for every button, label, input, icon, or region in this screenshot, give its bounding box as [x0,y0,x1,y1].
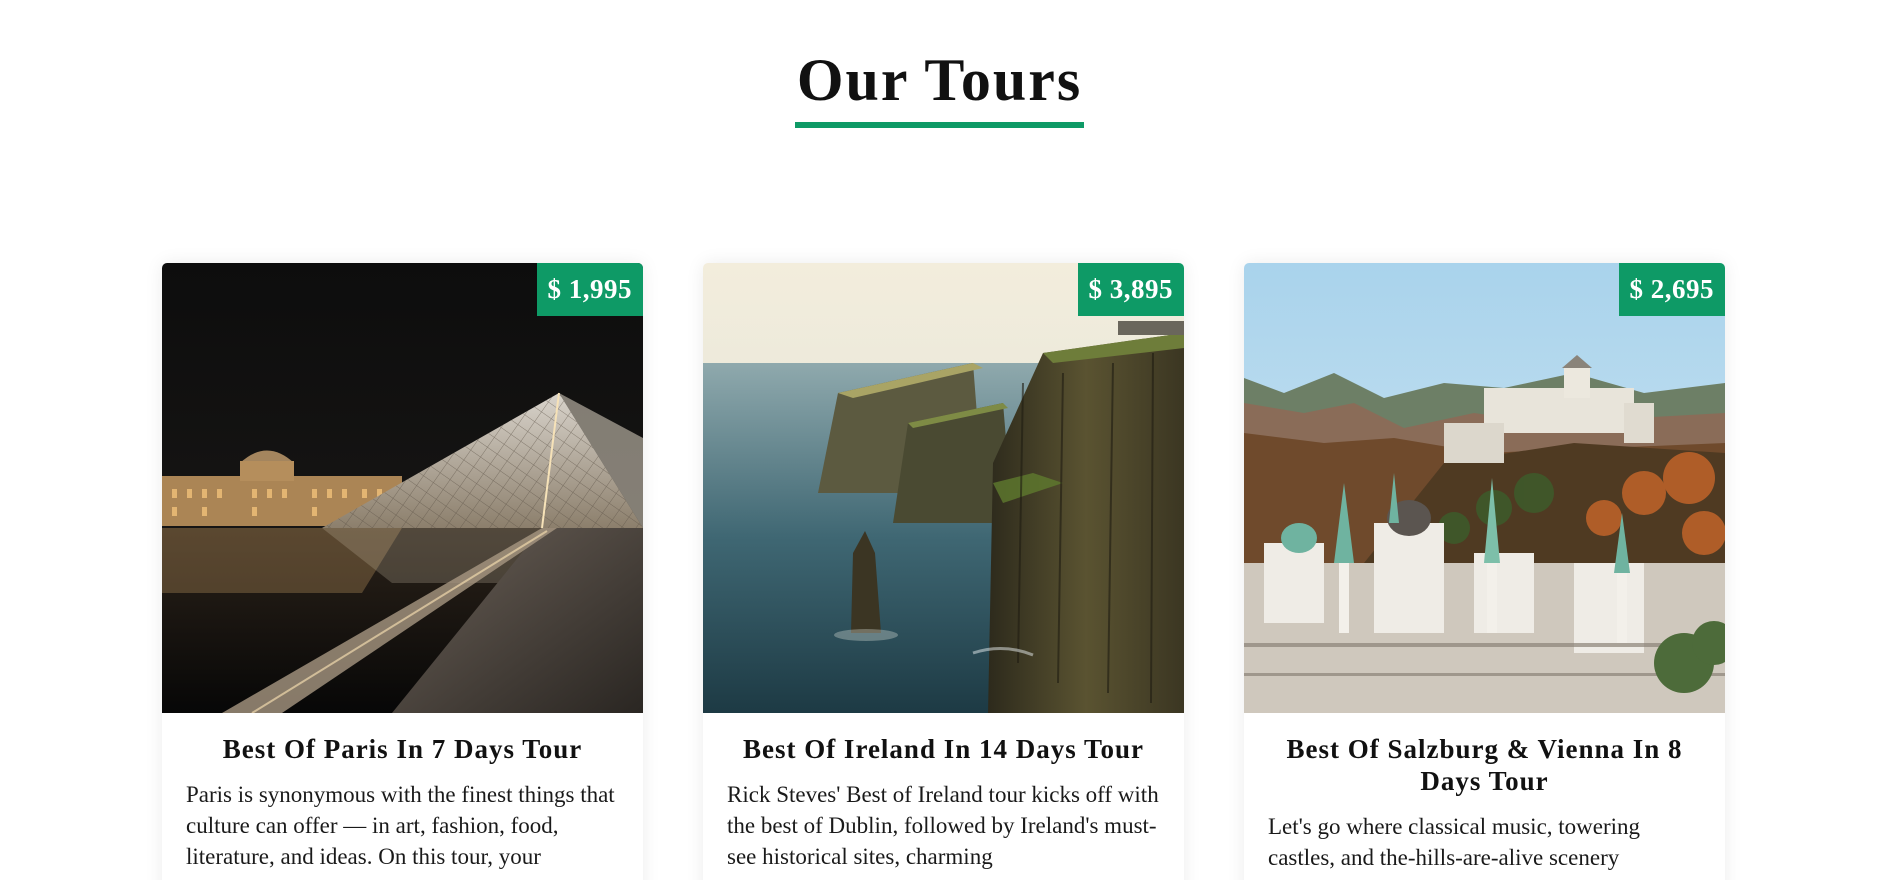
louvre-pyramid-photo [162,263,643,713]
tour-title[interactable]: Best Of Ireland In 14 Days Tour [727,733,1160,765]
section-header: Our Tours [0,40,1879,128]
tour-description: Paris is synonymous with the finest thin… [186,782,615,869]
cliffs-of-moher-photo [703,263,1184,713]
tour-image-ireland[interactable]: $ 3,895 [703,263,1184,713]
tour-card-ireland[interactable]: $ 3,895 Best Of Ireland In 14 Days Tour … [703,263,1184,880]
page-title: Our Tours [794,40,1085,128]
tour-card-salzburg-vienna[interactable]: $ 2,695 Best Of Salzburg & Vienna In 8 D… [1244,263,1725,880]
tour-title[interactable]: Best Of Salzburg & Vienna In 8 Days Tour [1268,733,1701,797]
tour-title[interactable]: Best Of Paris In 7 Days Tour [186,733,619,765]
tour-description: Let's go where classical music, towering… [1268,814,1641,870]
salzburg-cityscape-photo [1244,263,1725,713]
tour-image-salzburg[interactable]: $ 2,695 [1244,263,1725,713]
tour-card-body: Best Of Salzburg & Vienna In 8 Days Tour… [1244,713,1725,873]
tour-description: Rick Steves' Best of Ireland tour kicks … [727,782,1159,869]
price-badge: $ 1,995 [536,263,643,316]
price-badge: $ 3,895 [1077,263,1184,316]
price-badge: $ 2,695 [1618,263,1725,316]
tour-cards-container: $ 1,995 Best Of Paris In 7 Days Tour Par… [162,263,1725,880]
tour-card-body: Best Of Paris In 7 Days Tour Paris is sy… [162,713,643,872]
tour-card-paris[interactable]: $ 1,995 Best Of Paris In 7 Days Tour Par… [162,263,643,880]
tour-card-body: Best Of Ireland In 14 Days Tour Rick Ste… [703,713,1184,872]
tour-image-paris[interactable]: $ 1,995 [162,263,643,713]
